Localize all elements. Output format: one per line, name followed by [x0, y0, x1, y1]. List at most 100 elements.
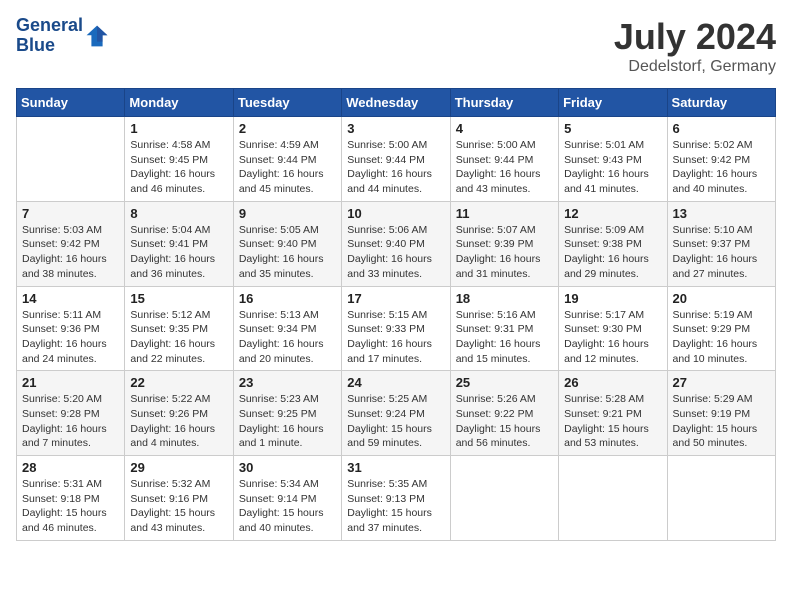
day-number: 28	[22, 460, 119, 475]
day-info: Sunrise: 4:59 AMSunset: 9:44 PMDaylight:…	[239, 138, 336, 197]
day-cell: 8 Sunrise: 5:04 AMSunset: 9:41 PMDaylight…	[125, 201, 233, 286]
day-number: 9	[239, 206, 336, 221]
day-number: 2	[239, 121, 336, 136]
day-cell: 25Sunrise: 5:26 AMSunset: 9:22 PMDayligh…	[450, 371, 558, 456]
day-number: 7	[22, 206, 119, 221]
day-number: 25	[456, 375, 553, 390]
day-number: 24	[347, 375, 444, 390]
day-info: Sunrise: 5:05 AMSunset: 9:40 PMDaylight:…	[239, 223, 336, 282]
day-cell: 22 Sunrise: 5:22 AMSunset: 9:26 PMDayligh…	[125, 371, 233, 456]
day-number: 11	[456, 206, 553, 221]
week-row-4: 21 Sunrise: 5:20 AMSunset: 9:28 PMDayligh…	[17, 371, 776, 456]
logo-text: GeneralBlue	[16, 16, 83, 56]
week-row-5: 28 Sunrise: 5:31 AMSunset: 9:18 PMDayligh…	[17, 456, 776, 541]
day-info: Sunrise: 5:06 AMSunset: 9:40 PMDaylight:…	[347, 223, 444, 282]
day-info: Sunrise: 5:20 AMSunset: 9:28 PMDaylight:…	[22, 392, 119, 451]
day-number: 3	[347, 121, 444, 136]
day-info: Sunrise: 5:02 AMSunset: 9:42 PMDaylight:…	[673, 138, 770, 197]
day-number: 19	[564, 291, 661, 306]
day-cell: 11Sunrise: 5:07 AMSunset: 9:39 PMDayligh…	[450, 201, 558, 286]
day-info: Sunrise: 5:28 AMSunset: 9:21 PMDaylight:…	[564, 392, 661, 451]
day-number: 30	[239, 460, 336, 475]
week-row-1: 1 Sunrise: 4:58 AMSunset: 9:45 PMDaylight…	[17, 117, 776, 202]
day-number: 10	[347, 206, 444, 221]
header-cell-sunday: Sunday	[17, 89, 125, 117]
day-cell: 9 Sunrise: 5:05 AMSunset: 9:40 PMDaylight…	[233, 201, 341, 286]
day-cell: 10 Sunrise: 5:06 AMSunset: 9:40 PMDayligh…	[342, 201, 450, 286]
day-number: 14	[22, 291, 119, 306]
day-cell	[17, 117, 125, 202]
day-cell: 19 Sunrise: 5:17 AMSunset: 9:30 PMDayligh…	[559, 286, 667, 371]
day-number: 6	[673, 121, 770, 136]
day-cell: 18 Sunrise: 5:16 AMSunset: 9:31 PMDayligh…	[450, 286, 558, 371]
day-info: Sunrise: 5:12 AMSunset: 9:35 PMDaylight:…	[130, 308, 227, 367]
day-info: Sunrise: 5:16 AMSunset: 9:31 PMDaylight:…	[456, 308, 553, 367]
calendar-table: SundayMondayTuesdayWednesdayThursdayFrid…	[16, 88, 776, 541]
day-cell: 20 Sunrise: 5:19 AMSunset: 9:29 PMDayligh…	[667, 286, 775, 371]
day-info: Sunrise: 5:31 AMSunset: 9:18 PMDaylight:…	[22, 477, 119, 536]
day-cell: 5Sunrise: 5:01 AMSunset: 9:43 PMDaylight…	[559, 117, 667, 202]
day-cell: 7 Sunrise: 5:03 AMSunset: 9:42 PMDaylight…	[17, 201, 125, 286]
day-cell: 23Sunrise: 5:23 AMSunset: 9:25 PMDayligh…	[233, 371, 341, 456]
day-info: Sunrise: 5:04 AMSunset: 9:41 PMDaylight:…	[130, 223, 227, 282]
day-info: Sunrise: 5:22 AMSunset: 9:26 PMDaylight:…	[130, 392, 227, 451]
day-info: Sunrise: 5:34 AMSunset: 9:14 PMDaylight:…	[239, 477, 336, 536]
day-info: Sunrise: 5:01 AMSunset: 9:43 PMDaylight:…	[564, 138, 661, 197]
day-number: 20	[673, 291, 770, 306]
day-cell: 29 Sunrise: 5:32 AMSunset: 9:16 PMDayligh…	[125, 456, 233, 541]
day-cell: 3 Sunrise: 5:00 AMSunset: 9:44 PMDaylight…	[342, 117, 450, 202]
calendar-body: 1 Sunrise: 4:58 AMSunset: 9:45 PMDaylight…	[17, 117, 776, 541]
day-info: Sunrise: 5:13 AMSunset: 9:34 PMDaylight:…	[239, 308, 336, 367]
day-number: 1	[130, 121, 227, 136]
header-cell-friday: Friday	[559, 89, 667, 117]
day-number: 4	[456, 121, 553, 136]
day-cell: 26 Sunrise: 5:28 AMSunset: 9:21 PMDayligh…	[559, 371, 667, 456]
header-cell-saturday: Saturday	[667, 89, 775, 117]
day-number: 13	[673, 206, 770, 221]
month-title: July 2024	[614, 16, 776, 58]
day-info: Sunrise: 5:32 AMSunset: 9:16 PMDaylight:…	[130, 477, 227, 536]
day-cell: 15Sunrise: 5:12 AMSunset: 9:35 PMDayligh…	[125, 286, 233, 371]
day-cell: 28 Sunrise: 5:31 AMSunset: 9:18 PMDayligh…	[17, 456, 125, 541]
day-cell: 31Sunrise: 5:35 AMSunset: 9:13 PMDayligh…	[342, 456, 450, 541]
day-cell: 21 Sunrise: 5:20 AMSunset: 9:28 PMDayligh…	[17, 371, 125, 456]
day-info: Sunrise: 5:00 AMSunset: 9:44 PMDaylight:…	[347, 138, 444, 197]
day-number: 8	[130, 206, 227, 221]
page-header: GeneralBlue July 2024 Dedelstorf, German…	[16, 16, 776, 76]
day-number: 12	[564, 206, 661, 221]
day-info: Sunrise: 5:17 AMSunset: 9:30 PMDaylight:…	[564, 308, 661, 367]
day-number: 17	[347, 291, 444, 306]
day-number: 22	[130, 375, 227, 390]
day-info: Sunrise: 5:29 AMSunset: 9:19 PMDaylight:…	[673, 392, 770, 451]
day-info: Sunrise: 5:15 AMSunset: 9:33 PMDaylight:…	[347, 308, 444, 367]
day-info: Sunrise: 5:19 AMSunset: 9:29 PMDaylight:…	[673, 308, 770, 367]
day-number: 18	[456, 291, 553, 306]
day-cell: 14Sunrise: 5:11 AMSunset: 9:36 PMDayligh…	[17, 286, 125, 371]
day-number: 21	[22, 375, 119, 390]
day-number: 16	[239, 291, 336, 306]
day-cell: 1 Sunrise: 4:58 AMSunset: 9:45 PMDaylight…	[125, 117, 233, 202]
header-cell-monday: Monday	[125, 89, 233, 117]
day-cell	[667, 456, 775, 541]
week-row-2: 7 Sunrise: 5:03 AMSunset: 9:42 PMDaylight…	[17, 201, 776, 286]
logo: GeneralBlue	[16, 16, 109, 56]
day-info: Sunrise: 5:25 AMSunset: 9:24 PMDaylight:…	[347, 392, 444, 451]
calendar-header: SundayMondayTuesdayWednesdayThursdayFrid…	[17, 89, 776, 117]
day-number: 27	[673, 375, 770, 390]
day-cell: 6 Sunrise: 5:02 AMSunset: 9:42 PMDaylight…	[667, 117, 775, 202]
day-cell	[450, 456, 558, 541]
day-number: 23	[239, 375, 336, 390]
day-cell	[559, 456, 667, 541]
day-info: Sunrise: 4:58 AMSunset: 9:45 PMDaylight:…	[130, 138, 227, 197]
day-number: 29	[130, 460, 227, 475]
day-cell: 2 Sunrise: 4:59 AMSunset: 9:44 PMDaylight…	[233, 117, 341, 202]
day-cell: 24 Sunrise: 5:25 AMSunset: 9:24 PMDayligh…	[342, 371, 450, 456]
day-info: Sunrise: 5:00 AMSunset: 9:44 PMDaylight:…	[456, 138, 553, 197]
day-number: 26	[564, 375, 661, 390]
day-cell: 30 Sunrise: 5:34 AMSunset: 9:14 PMDayligh…	[233, 456, 341, 541]
header-cell-tuesday: Tuesday	[233, 89, 341, 117]
day-info: Sunrise: 5:03 AMSunset: 9:42 PMDaylight:…	[22, 223, 119, 282]
week-row-3: 14Sunrise: 5:11 AMSunset: 9:36 PMDayligh…	[17, 286, 776, 371]
day-info: Sunrise: 5:35 AMSunset: 9:13 PMDaylight:…	[347, 477, 444, 536]
day-cell: 27 Sunrise: 5:29 AMSunset: 9:19 PMDayligh…	[667, 371, 775, 456]
